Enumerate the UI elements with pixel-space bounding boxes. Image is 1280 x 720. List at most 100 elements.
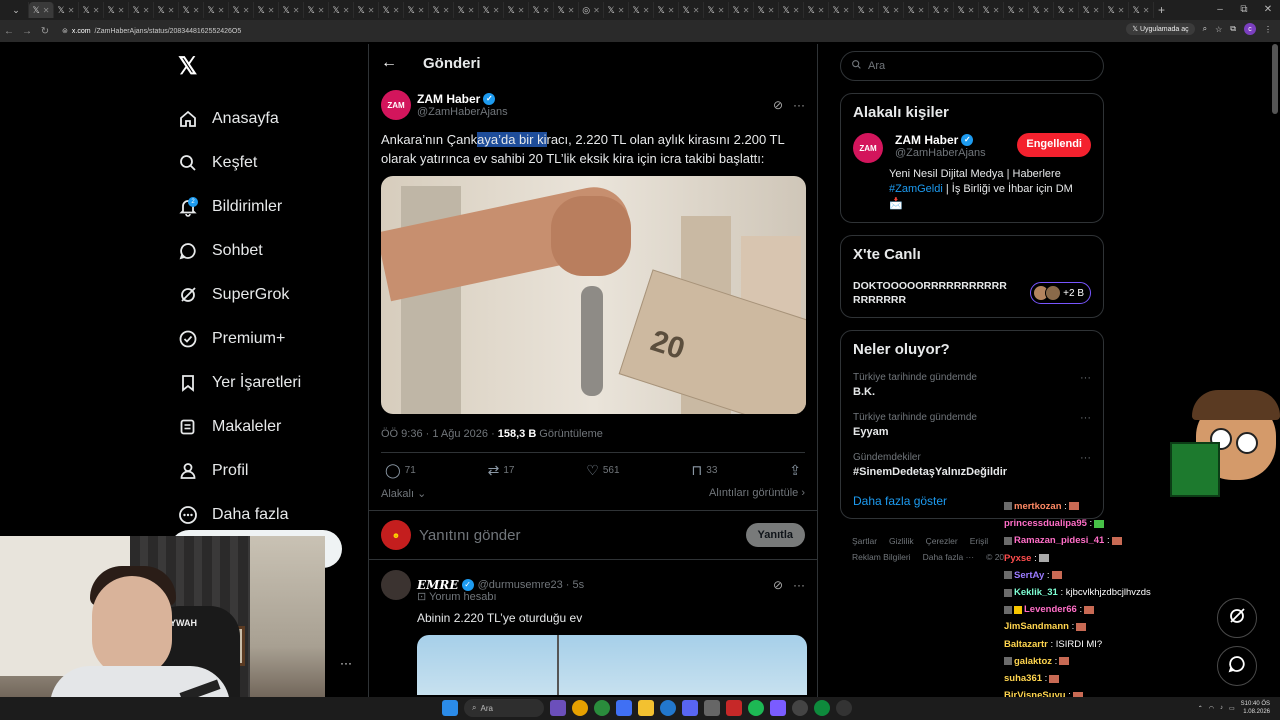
footer-link[interactable]: Çerezler [926, 536, 958, 546]
url-field[interactable]: ⊜ x.com/ZamHaberAjans/status/20834481625… [62, 27, 241, 36]
tab-menu-button[interactable]: ⌄ [4, 2, 29, 18]
battery-icon[interactable]: ▭ [1229, 705, 1235, 712]
restore-icon[interactable]: ⧉ [1232, 0, 1256, 20]
repost-button[interactable]: ⇄ 17 [488, 462, 515, 479]
open-in-app-button[interactable]: 𝕏 Uygulamada aç [1126, 23, 1195, 35]
like-button[interactable]: ♡ 561 [586, 462, 619, 479]
volume-icon[interactable]: ♪ [1220, 705, 1223, 711]
browser-tab[interactable]: 𝕏 ✕ [279, 2, 304, 18]
taskbar-search[interactable]: ⌕ Ara [464, 699, 544, 717]
avatar[interactable]: ZAM [381, 90, 411, 120]
browser-tab[interactable]: 𝕏 ✕ [479, 2, 504, 18]
browser-tab[interactable]: 𝕏 ✕ [229, 2, 254, 18]
browser-tab[interactable]: 𝕏 ✕ [1129, 2, 1154, 18]
grok-icon[interactable]: ⊘ [773, 98, 783, 112]
browser-tab[interactable]: 𝕏 ✕ [679, 2, 704, 18]
browser-tab[interactable]: 𝕏 ✕ [1079, 2, 1104, 18]
search-input[interactable]: Ara [840, 51, 1104, 81]
browser-tab[interactable]: 𝕏 ✕ [729, 2, 754, 18]
grok-icon[interactable]: ⊘ [773, 578, 783, 592]
browser-tab[interactable]: 𝕏 ✕ [829, 2, 854, 18]
browser-tab[interactable]: 𝕏 ✕ [979, 2, 1004, 18]
bookmark-button[interactable]: ⊓ 33 [691, 462, 717, 479]
folder-icon[interactable] [638, 700, 654, 716]
browser-menu-icon[interactable]: ⋮ [1264, 25, 1272, 34]
more-options-icon[interactable]: ··· [793, 98, 805, 112]
more-options-icon[interactable]: ··· [1080, 372, 1091, 384]
reply-input[interactable]: Yanıtını gönder [419, 527, 746, 544]
browser-tab[interactable]: 𝕏 ✕ [554, 2, 579, 18]
view-quotes-link[interactable]: Alıntıları görüntüle › [709, 487, 805, 500]
tweet-image[interactable]: 20 [381, 176, 806, 414]
hashtag-link[interactable]: #ZamGeldi [889, 183, 943, 195]
avatar[interactable]: ZAM [853, 133, 883, 163]
zoom-icon[interactable]: ⌕ [1203, 24, 1207, 34]
close-window-icon[interactable]: ✕ [1256, 0, 1280, 20]
share-button[interactable]: ⇪ [789, 462, 801, 479]
back-icon[interactable]: ← [0, 26, 18, 37]
browser-tab[interactable]: 𝕏 ✕ [104, 2, 129, 18]
browser-tab[interactable]: 𝕏 ✕ [204, 2, 229, 18]
nav-item-notifications[interactable]: 2 Bildirimler [170, 185, 360, 229]
nav-item-articles[interactable]: Makaleler [170, 405, 360, 449]
tray-icon[interactable]: ⌃ [1198, 705, 1203, 712]
browser-tab[interactable]: 𝕏 ✕ [129, 2, 154, 18]
bookmark-star-icon[interactable]: ☆ [1215, 25, 1222, 34]
nav-item-premium[interactable]: Premium+ [170, 317, 360, 361]
minimize-icon[interactable]: – [1208, 0, 1232, 20]
browser-tab[interactable]: 𝕏 ✕ [454, 2, 479, 18]
live-item[interactable]: DOKTOOOOORRRRRRRRRRRRRRRRRR +2 B [853, 279, 1091, 307]
browser-tab[interactable]: 𝕏 ✕ [329, 2, 354, 18]
footer-link[interactable]: Şartlar [852, 536, 877, 546]
browser-tab[interactable]: 𝕏 ✕ [954, 2, 979, 18]
taskbar-app-icon[interactable] [726, 700, 742, 716]
footer-link[interactable]: Erişil [970, 536, 988, 546]
browser-tab[interactable]: 𝕏 ✕ [754, 2, 779, 18]
browser-tab[interactable]: 𝕏 ✕ [604, 2, 629, 18]
back-arrow-icon[interactable]: ← [381, 54, 411, 72]
more-options-icon[interactable]: ··· [1080, 412, 1091, 424]
spotify-icon[interactable] [748, 700, 764, 716]
browser-tab[interactable]: 𝕏 ✕ [904, 2, 929, 18]
footer-link[interactable]: Gizlilik [889, 536, 914, 546]
taskbar-app-icon[interactable] [770, 700, 786, 716]
taskbar-app-icon[interactable] [616, 700, 632, 716]
browser-tab[interactable]: 𝕏 ✕ [1029, 2, 1054, 18]
trend-item[interactable]: Türkiye tarihinde gündemde Eyyam ··· [853, 412, 1091, 438]
blocked-button[interactable]: Engellendi [1017, 133, 1091, 157]
forward-icon[interactable]: → [18, 26, 36, 37]
obs-icon[interactable] [792, 700, 808, 716]
avatar[interactable] [381, 570, 411, 600]
profile-avatar[interactable]: c [1244, 23, 1256, 35]
site-info-icon[interactable]: ⊜ [62, 27, 68, 35]
footer-link[interactable]: Reklam Bilgileri [852, 552, 911, 562]
browser-tab[interactable]: 𝕏 ✕ [504, 2, 529, 18]
reload-icon[interactable]: ↻ [36, 26, 54, 37]
browser-tab[interactable]: 𝕏 ✕ [379, 2, 404, 18]
scrollbar[interactable] [1272, 44, 1278, 114]
browser-tab[interactable]: 𝕏 ✕ [779, 2, 804, 18]
chrome-icon[interactable] [572, 700, 588, 716]
browser-tab[interactable]: 𝕏 ✕ [179, 2, 204, 18]
new-tab-icon[interactable]: + [1158, 3, 1165, 17]
extensions-icon[interactable]: ⧉ [1230, 24, 1236, 34]
browser-tab[interactable]: 𝕏 ✕ [404, 2, 429, 18]
browser-tab[interactable]: 𝕏 ✕ [354, 2, 379, 18]
browser-tab[interactable]: 𝕏 ✕ [1004, 2, 1029, 18]
browser-tab[interactable]: 𝕏 ✕ [79, 2, 104, 18]
browser-tab[interactable]: 𝕏 ✕ [854, 2, 879, 18]
x-logo-icon[interactable]: 𝕏 [178, 52, 360, 81]
more-options-icon[interactable]: ··· [793, 578, 805, 592]
browser-tab[interactable]: 𝕏 ✕ [54, 2, 79, 18]
reply-button[interactable]: ◯ 71 [385, 462, 416, 479]
reply-submit-button[interactable]: Yanıtla [745, 523, 805, 547]
person-name[interactable]: ZAM Haber ✓ [895, 133, 1017, 147]
wifi-icon[interactable]: ◠ [1209, 705, 1214, 712]
trend-item[interactable]: Türkiye tarihinde gündemde B.K. ··· [853, 372, 1091, 398]
nav-item-home[interactable]: Anasayfa [170, 97, 360, 141]
reply-image[interactable] [417, 635, 807, 695]
discord-icon[interactable] [682, 700, 698, 716]
nav-item-supergrok[interactable]: SuperGrok [170, 273, 360, 317]
browser-tab[interactable]: 𝕏 ✕ [654, 2, 679, 18]
browser-tab[interactable]: 𝕏 ✕ [629, 2, 654, 18]
